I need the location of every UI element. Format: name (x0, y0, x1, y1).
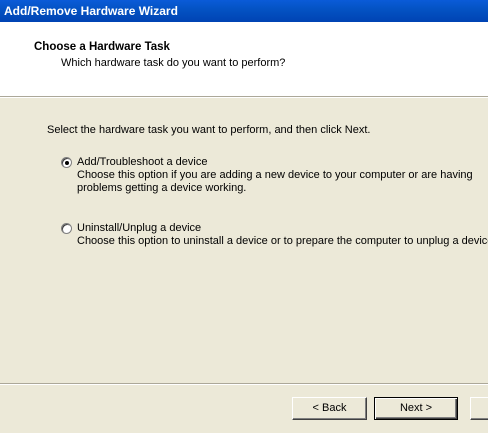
option-description: Choose this option to uninstall a device… (77, 235, 488, 247)
instruction-text: Select the hardware task you want to per… (47, 124, 371, 136)
title-bar[interactable]: Add/Remove Hardware Wizard (0, 0, 488, 22)
back-button[interactable]: < Back (292, 397, 367, 420)
radio-uninstall-unplug[interactable] (61, 223, 72, 234)
option-label[interactable]: Add/Troubleshoot a device (77, 156, 207, 168)
window-title: Add/Remove Hardware Wizard (4, 4, 178, 18)
next-button[interactable]: Next > (374, 397, 458, 420)
page-title: Choose a Hardware Task (34, 41, 170, 53)
footer-divider (0, 383, 488, 385)
option-description: Choose this option if you are adding a n… (77, 169, 473, 194)
radio-add-troubleshoot[interactable] (61, 157, 72, 168)
wizard-window: Add/Remove Hardware Wizard Choose a Hard… (0, 0, 488, 433)
radio-selected-dot (65, 161, 69, 165)
wizard-body: Select the hardware task you want to per… (0, 98, 488, 383)
cancel-button[interactable] (470, 397, 488, 420)
option-label[interactable]: Uninstall/Unplug a device (77, 222, 201, 234)
wizard-header: Choose a Hardware Task Which hardware ta… (0, 22, 488, 96)
page-subtitle: Which hardware task do you want to perfo… (61, 57, 286, 69)
